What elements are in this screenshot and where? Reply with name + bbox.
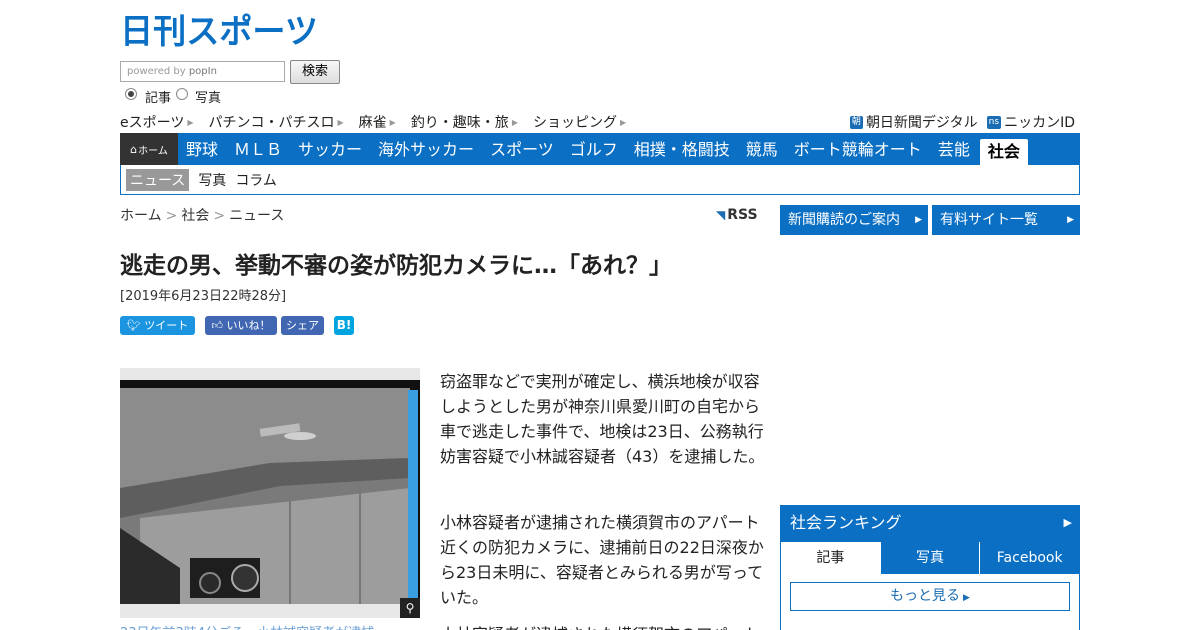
nav-item-golf[interactable]: ゴルフ xyxy=(562,133,626,165)
top-link-pachinko[interactable]: パチンコ・パチスロ ▶ xyxy=(209,113,344,131)
asahi-badge-icon: 朝 xyxy=(849,115,863,129)
logo-text: 日刊スポーツ xyxy=(120,12,318,49)
security-camera-photo xyxy=(120,368,420,618)
rss-link[interactable]: ◥ RSS xyxy=(716,207,758,223)
search-placeholder-powered: powered by xyxy=(127,66,189,77)
top-link-fishing[interactable]: 釣り・趣味・旅 ▶ xyxy=(411,113,518,131)
sub-nav: ニュース 写真 コラム xyxy=(120,165,1080,195)
arrow-right-icon: ▶ xyxy=(187,117,194,127)
hatena-bookmark-button[interactable]: B! xyxy=(334,316,354,335)
top-link-mahjong[interactable]: 麻雀 ▶ xyxy=(359,113,396,131)
zoom-icon[interactable]: ⚲ xyxy=(400,598,420,618)
nav-item-boat[interactable]: ボート競輪オート xyxy=(786,133,930,165)
nav-item-sumo[interactable]: 相撲・格闘技 xyxy=(626,133,738,165)
nav-item-soccer[interactable]: サッカー xyxy=(290,133,370,165)
subscription-info-button[interactable]: 新聞購読のご案内 ▶ xyxy=(780,205,928,235)
top-link-shopping[interactable]: ショッピング ▶ xyxy=(533,113,626,131)
top-links: eスポーツ ▶ パチンコ・パチスロ ▶ 麻雀 ▶ 釣り・趣味・旅 ▶ ショッピング ▶ xyxy=(120,113,641,131)
arrow-right-icon: ▶ xyxy=(619,117,627,127)
radio-article[interactable] xyxy=(125,88,137,100)
search-button[interactable]: 検索 xyxy=(290,60,340,84)
ranking-tab-articles[interactable]: 記事 xyxy=(781,542,880,574)
thumbs-up-icon: 👍︎ xyxy=(211,319,224,332)
arrow-right-icon: ▶ xyxy=(389,117,396,127)
subnav-news[interactable]: ニュース xyxy=(126,168,190,191)
ranking-tab-facebook[interactable]: Facebook xyxy=(980,542,1080,574)
home-icon: ⌂ xyxy=(130,142,138,156)
breadcrumb-society[interactable]: 社会 xyxy=(181,208,209,224)
nav-item-sports[interactable]: スポーツ xyxy=(482,133,562,165)
nav-item-keiba[interactable]: 競馬 xyxy=(738,133,786,165)
twitter-bird-icon: 🐦︎ xyxy=(126,319,141,332)
nikkan-id-link[interactable]: ns ニッカンID xyxy=(986,113,1075,131)
facebook-like-button[interactable]: 👍︎ いいね！ xyxy=(205,316,277,335)
main-nav: ⌂ ホーム 野球 ＭＬＢ サッカー 海外サッカー スポーツ ゴルフ 相撲・格闘技 … xyxy=(120,133,1080,165)
arrow-right-icon: ▶ xyxy=(1063,516,1072,529)
breadcrumb-news: ニュース xyxy=(229,208,285,224)
search-input[interactable]: powered by popIn xyxy=(120,61,285,82)
subnav-photo[interactable]: 写真 xyxy=(198,170,226,190)
nav-item-baseball[interactable]: 野球 xyxy=(178,133,226,165)
society-ranking-header[interactable]: 社会ランキング ▶ xyxy=(780,505,1080,541)
nikkan-sports-logo[interactable]: 日刊スポーツ xyxy=(120,11,320,49)
article-datetime: [2019年6月23日22時28分] xyxy=(120,289,287,304)
ranking-tabs: 記事 写真 Facebook xyxy=(781,542,1080,574)
article-photo[interactable] xyxy=(120,368,420,618)
ranking-tab-photos[interactable]: 写真 xyxy=(880,542,980,574)
rss-icon: ◥ xyxy=(716,208,726,222)
breadcrumb: ホーム > 社会 > ニュース xyxy=(120,208,285,224)
ranking-box: 記事 写真 Facebook もっと見る ▶ xyxy=(780,541,1080,630)
nav-item-overseas-soccer[interactable]: 海外サッカー xyxy=(370,133,482,165)
subnav-column[interactable]: コラム xyxy=(235,170,277,190)
asahi-digital-link[interactable]: 朝朝日新聞デジタル xyxy=(849,113,978,131)
arrow-right-icon: ▶ xyxy=(337,117,344,127)
radio-photo-label: 写真 xyxy=(195,91,222,106)
more-button[interactable]: もっと見る ▶ xyxy=(790,582,1070,611)
article-paragraph: 小林容疑者が逮捕された横須賀市のアパート近くの防犯カメラに、逮捕前日の22日深夜… xyxy=(440,513,764,607)
arrow-right-icon: ▶ xyxy=(963,593,970,603)
nav-item-society[interactable]: 社会 xyxy=(979,139,1028,165)
arrow-right-icon: ▶ xyxy=(1067,215,1074,225)
article-paragraph: 小林容疑者が逮捕された横須賀市のアパート xyxy=(440,622,765,630)
arrow-right-icon: ▶ xyxy=(915,215,922,225)
top-link-esports[interactable]: eスポーツ ▶ xyxy=(120,113,194,131)
tweet-button[interactable]: 🐦︎ ツイート xyxy=(120,316,195,335)
paid-sites-button[interactable]: 有料サイト一覧 ▶ xyxy=(932,205,1080,235)
nav-home[interactable]: ⌂ ホーム xyxy=(120,133,178,165)
radio-photo[interactable] xyxy=(176,88,188,100)
popin-logo: popIn xyxy=(188,66,217,77)
photo-caption: 23日午前3時4分ごろ、小林誠容疑者が逮捕 xyxy=(120,622,374,630)
article-paragraph: 窃盗罪などで実刑が確定し、横浜地検が収容しようとした男が神奈川県愛川町の自宅から… xyxy=(440,372,765,466)
article-headline: 逃走の男、挙動不審の姿が防犯カメラに…「あれ？」 xyxy=(120,253,672,279)
nav-item-mlb[interactable]: ＭＬＢ xyxy=(226,133,290,165)
breadcrumb-home[interactable]: ホーム xyxy=(120,208,162,224)
nav-item-entertainment[interactable]: 芸能 xyxy=(930,133,978,165)
right-links: 朝朝日新聞デジタル ns ニッカンID xyxy=(841,113,1075,131)
radio-article-label: 記事 xyxy=(145,91,172,106)
ns-badge-icon: ns xyxy=(986,115,1002,129)
facebook-share-button[interactable]: シェア xyxy=(281,316,324,335)
arrow-right-icon: ▶ xyxy=(511,117,518,127)
